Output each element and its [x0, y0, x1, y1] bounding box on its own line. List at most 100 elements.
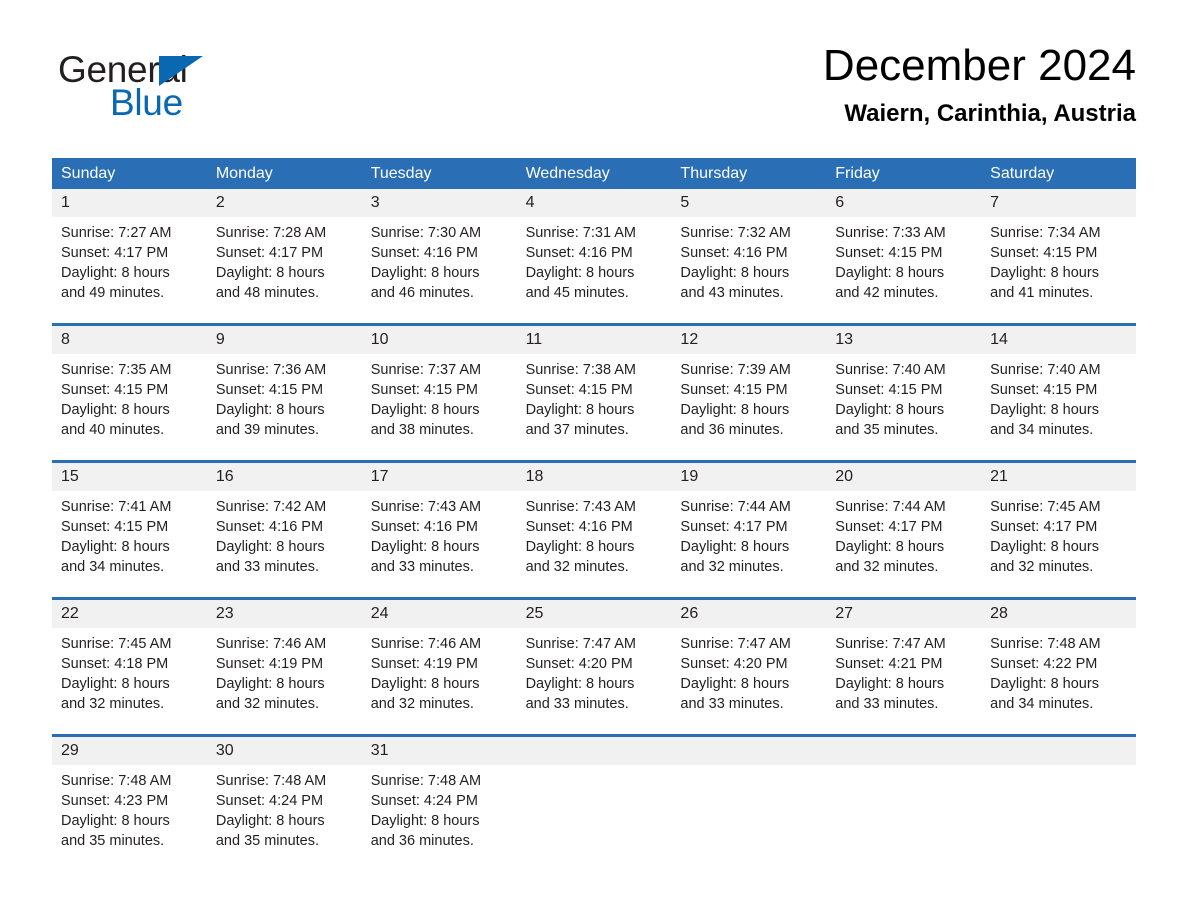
day-number[interactable]: 3	[362, 189, 517, 217]
day-sunrise-text: Sunrise: 7:48 AM	[61, 773, 172, 789]
day-sunset-text: Sunset: 4:19 PM	[215, 656, 324, 672]
day-cell[interactable]: Sunrise: 7:48 AM Sunset: 4:24 PM Daylight:…	[362, 765, 517, 859]
day-cell[interactable]: Sunrise: 7:48 AM Sunset: 4:23 PM Daylight:…	[52, 765, 207, 859]
day-number[interactable]: 22	[52, 600, 207, 628]
day-sunrise-text: Sunrise: 7:46 AM	[370, 636, 482, 652]
day-cell[interactable]: Sunrise: 7:48 AM Sunset: 4:24 PM Daylight:…	[207, 765, 362, 859]
day-sunset-text: Sunset: 4:15 PM	[61, 519, 169, 535]
day-cell[interactable]: Sunrise: 7:42 AM Sunset: 4:16 PM Daylight:…	[207, 491, 362, 585]
day-cell[interactable]: Sunrise: 7:41 AM Sunset: 4:15 PM Daylight:…	[52, 491, 207, 585]
day-cell[interactable]: Sunrise: 7:48 AM Sunset: 4:22 PM Daylight:…	[981, 628, 1136, 722]
day-cell[interactable]: Sunrise: 7:27 AM Sunset: 4:17 PM Daylight:…	[52, 217, 207, 311]
day-number[interactable]: 11	[517, 326, 672, 354]
day-daylight-line-text: and 46 minutes.	[370, 285, 474, 301]
day-number[interactable]: 13	[826, 326, 981, 354]
day-number[interactable]: 20	[826, 463, 981, 491]
day-number[interactable]: 2	[207, 189, 362, 217]
day-number[interactable]: 19	[671, 463, 826, 491]
day-cell[interactable]: Sunrise: 7:37 AM Sunset: 4:15 PM Daylight:…	[362, 354, 517, 448]
title-block: December 2024 Waiern, Carinthia, Austria	[823, 40, 1136, 128]
day-cell[interactable]: Sunrise: 7:38 AM Sunset: 4:15 PM Daylight:…	[517, 354, 672, 448]
day-number[interactable]: 30	[207, 737, 362, 765]
day-sunrise-text: Sunrise: 7:27 AM	[61, 225, 172, 241]
day-number[interactable]: 16	[207, 463, 362, 491]
day-cell[interactable]: Sunrise: 7:33 AM Sunset: 4:15 PM Daylight:…	[826, 217, 981, 311]
day-number[interactable]: 14	[981, 326, 1136, 354]
calendar-week-row: 29 30 31 Sunrise: 7:48 AM Sunset: 4:23 PM Day…	[52, 734, 1136, 859]
day-number[interactable]: 17	[362, 463, 517, 491]
day-cell[interactable]: Sunrise: 7:34 AM Sunset: 4:15 PM Daylight:…	[981, 217, 1136, 311]
day-number[interactable]: 5	[671, 189, 826, 217]
calendar-grid: Sunday Monday Tuesday Wednesday Thursday…	[52, 158, 1136, 859]
day-cell[interactable]: Sunrise: 7:39 AM Sunset: 4:15 PM Daylight:…	[671, 354, 826, 448]
weekday-thursday: Thursday	[680, 165, 748, 182]
day-sunrise-text: Sunrise: 7:31 AM	[525, 225, 636, 241]
day-daylight-line-text: Daylight: 8 hours	[680, 539, 790, 555]
location-subtitle: Waiern, Carinthia, Austria	[844, 100, 1136, 127]
day-number[interactable]: 6	[826, 189, 981, 217]
day-number[interactable]: 25	[517, 600, 672, 628]
day-number[interactable]: 29	[52, 737, 207, 765]
day-sunset-text: Sunset: 4:15 PM	[370, 382, 478, 398]
day-number[interactable]: 26	[671, 600, 826, 628]
week-daynumber-band: 8 9 10 11 12 13 14	[52, 326, 1136, 354]
day-cell[interactable]: Sunrise: 7:43 AM Sunset: 4:16 PM Daylight:…	[362, 491, 517, 585]
day-number[interactable]: 10	[362, 326, 517, 354]
day-number[interactable]: 12	[671, 326, 826, 354]
day-number[interactable]: 23	[207, 600, 362, 628]
day-cell[interactable]: Sunrise: 7:35 AM Sunset: 4:15 PM Daylight:…	[52, 354, 207, 448]
day-daylight-line-text: Daylight: 8 hours	[525, 402, 635, 418]
day-daylight-line-text: Daylight: 8 hours	[215, 402, 325, 418]
day-cell[interactable]: Sunrise: 7:44 AM Sunset: 4:17 PM Daylight:…	[826, 491, 981, 585]
day-number[interactable]: 7	[981, 189, 1136, 217]
week-detail-band: Sunrise: 7:48 AM Sunset: 4:23 PM Daylight:…	[52, 765, 1136, 859]
day-number[interactable]: 18	[517, 463, 672, 491]
day-number[interactable]: 15	[52, 463, 207, 491]
day-sunrise-text: Sunrise: 7:28 AM	[215, 225, 327, 241]
day-number[interactable]: 4	[517, 189, 672, 217]
day-daylight-line-text: and 41 minutes.	[990, 285, 1094, 301]
day-cell[interactable]: Sunrise: 7:28 AM Sunset: 4:17 PM Daylight:…	[207, 217, 362, 311]
day-cell[interactable]: Sunrise: 7:46 AM Sunset: 4:19 PM Daylight:…	[207, 628, 362, 722]
day-cell[interactable]: Sunrise: 7:45 AM Sunset: 4:18 PM Daylight:…	[52, 628, 207, 722]
day-cell[interactable]: Sunrise: 7:31 AM Sunset: 4:16 PM Daylight:…	[517, 217, 672, 311]
day-cell[interactable]: Sunrise: 7:40 AM Sunset: 4:15 PM Daylight:…	[826, 354, 981, 448]
day-sunrise-text: Sunrise: 7:44 AM	[835, 499, 946, 515]
day-sunset-text: Sunset: 4:15 PM	[990, 245, 1098, 261]
day-cell[interactable]: Sunrise: 7:32 AM Sunset: 4:16 PM Daylight:…	[671, 217, 826, 311]
day-number[interactable]: 31	[362, 737, 517, 765]
day-number[interactable]: 8	[52, 326, 207, 354]
day-cell[interactable]: Sunrise: 7:43 AM Sunset: 4:16 PM Daylight:…	[517, 491, 672, 585]
day-sunrise-text: Sunrise: 7:40 AM	[990, 362, 1101, 378]
day-daylight-line-text: Daylight: 8 hours	[990, 265, 1099, 281]
day-cell[interactable]: Sunrise: 7:46 AM Sunset: 4:19 PM Daylight:…	[362, 628, 517, 722]
day-number[interactable]: 21	[981, 463, 1136, 491]
day-daylight-line-text: and 35 minutes.	[215, 833, 320, 849]
day-sunrise-text: Sunrise: 7:30 AM	[370, 225, 482, 241]
day-cell[interactable]: Sunrise: 7:45 AM Sunset: 4:17 PM Daylight:…	[981, 491, 1136, 585]
day-sunset-text: Sunset: 4:17 PM	[215, 245, 324, 261]
generalblue-logo[interactable]: General Blue	[58, 50, 318, 130]
day-sunrise-text: Sunrise: 7:43 AM	[370, 499, 482, 515]
day-sunrise-text: Sunrise: 7:32 AM	[680, 225, 791, 241]
day-cell[interactable]: Sunrise: 7:44 AM Sunset: 4:17 PM Daylight:…	[671, 491, 826, 585]
day-cell[interactable]: Sunrise: 7:47 AM Sunset: 4:21 PM Daylight:…	[826, 628, 981, 722]
day-number[interactable]: 9	[207, 326, 362, 354]
day-cell[interactable]: Sunrise: 7:30 AM Sunset: 4:16 PM Daylight:…	[362, 217, 517, 311]
day-sunrise-text: Sunrise: 7:37 AM	[370, 362, 482, 378]
day-cell[interactable]: Sunrise: 7:47 AM Sunset: 4:20 PM Daylight:…	[517, 628, 672, 722]
day-number[interactable]: 24	[362, 600, 517, 628]
day-sunset-text: Sunset: 4:16 PM	[370, 519, 478, 535]
day-cell[interactable]: Sunrise: 7:36 AM Sunset: 4:15 PM Daylight:…	[207, 354, 362, 448]
day-number[interactable]: 1	[52, 189, 207, 217]
day-cell[interactable]: Sunrise: 7:40 AM Sunset: 4:15 PM Daylight:…	[981, 354, 1136, 448]
calendar-page: General Blue December 2024 Waiern, Carin…	[0, 0, 1188, 918]
calendar-week-row: 8 9 10 11 12 13 14 Sunrise: 7:35 AM Sunset: 4:15…	[52, 323, 1136, 448]
day-number[interactable]: 27	[826, 600, 981, 628]
page-title: December 2024	[822, 41, 1136, 90]
weekday-friday: Friday	[835, 165, 880, 182]
day-number[interactable]: 28	[981, 600, 1136, 628]
day-cell[interactable]: Sunrise: 7:47 AM Sunset: 4:20 PM Daylight:…	[671, 628, 826, 722]
calendar-week-row: 15 16 17 18 19 20 21 Sunrise: 7:41 AM Sunset: 4:…	[52, 460, 1136, 585]
day-sunrise-text: Sunrise: 7:41 AM	[61, 499, 172, 515]
